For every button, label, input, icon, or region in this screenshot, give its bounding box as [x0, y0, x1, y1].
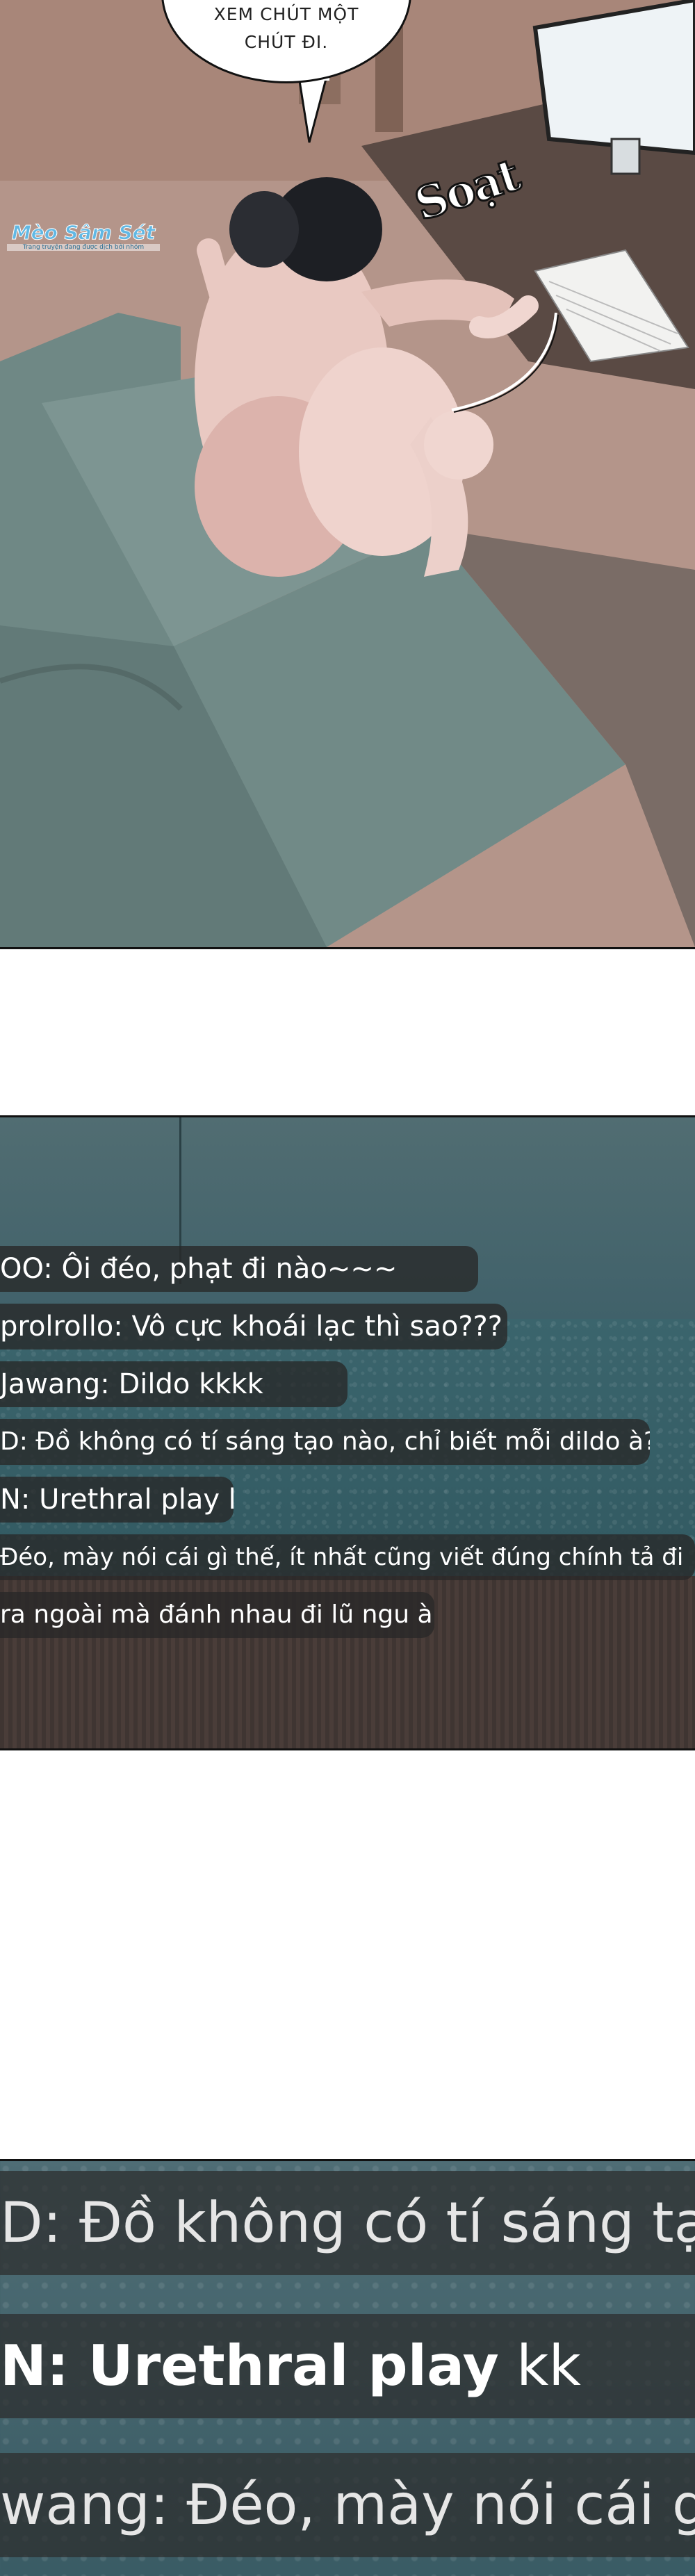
watermark-subtitle: Trang truyện đang được dịch bởi nhóm [7, 244, 160, 251]
zoom-chat-message: D: Đồ không có tí sáng tạo n [0, 2171, 695, 2275]
zoomed-chat-panel: D: Đồ không có tí sáng tạo n N: Urethral… [0, 2159, 695, 2576]
chat-message: prolrollo: Vô cực khoái lạc thì sao??? [0, 1304, 507, 1349]
chat-panel: OO: Ôi đéo, phạt đi nào~~~ prolrollo: Vô… [0, 1115, 695, 1750]
speech-line-1: XEM CHÚT MỘT [213, 4, 359, 24]
chat-message: Đéo, mày nói cái gì thế, ít nhất cũng vi… [0, 1534, 695, 1580]
zoom-highlight-text: Urethral play [88, 2333, 499, 2398]
zoom-chat-message-highlight: N: Urethral play kk [0, 2314, 695, 2418]
chat-message: ra ngoài mà đánh nhau đi lũ ngu à. [0, 1592, 434, 1638]
speech-line-2: CHÚT ĐI. [244, 32, 329, 52]
room-scene-illustration [0, 0, 695, 947]
chat-message: D: Đồ không có tí sáng tạo nào, chỉ biết… [0, 1419, 650, 1465]
watermark-title: Mèo Sâm Sét [11, 221, 156, 245]
chat-message: OO: Ôi đéo, phạt đi nào~~~ [0, 1246, 478, 1292]
chat-message: Jawang: Dildo kkkk [0, 1361, 348, 1407]
zoom-chat-message: wang: Đéo, mày nói cái gì th [0, 2453, 695, 2557]
zoom-prefix: N: [0, 2333, 88, 2398]
room-scene-panel: XEM CHÚT MỘT CHÚT ĐI. Soạt Mèo Sâm Sét T… [0, 0, 695, 949]
watermark-logo: Mèo Sâm Sét Trang truyện đang được dịch … [7, 221, 160, 251]
chat-message: N: Urethral play kk [0, 1477, 234, 1523]
zoom-suffix: kk [498, 2333, 581, 2398]
